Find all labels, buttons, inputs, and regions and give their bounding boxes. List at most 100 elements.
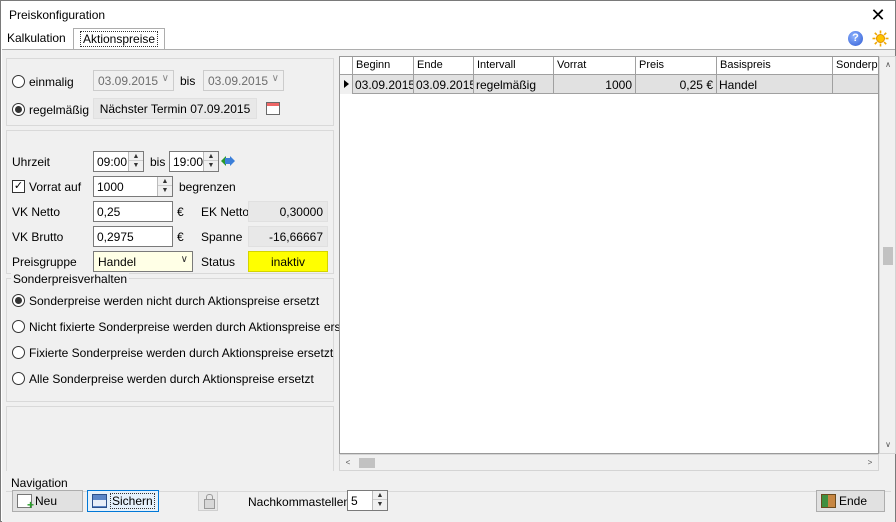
sonderpreis-group: Sonderpreisverhalten Sonderpreise werden… [6, 272, 360, 402]
lock-icon[interactable] [198, 491, 218, 511]
spin-down-icon[interactable]: ▼ [158, 186, 172, 195]
floppy-disk-icon [92, 494, 107, 508]
empty-panel [6, 406, 334, 472]
scroll-thumb[interactable] [359, 458, 375, 468]
nachkomma-input[interactable]: 5 ▲ ▼ [347, 490, 388, 511]
exit-button-label: Ende [839, 494, 868, 508]
close-icon[interactable]: ✕ [867, 4, 889, 26]
einmalig-radio[interactable] [12, 75, 25, 88]
aktionspreise-grid[interactable]: Beginn Ende Intervall Vorrat Preis Basis… [339, 56, 879, 454]
sonderpreis-title: Sonderpreisverhalten [11, 272, 130, 286]
save-button[interactable]: Sichern [87, 490, 159, 512]
vorrat-input[interactable]: 1000 ▲ ▼ [93, 176, 173, 197]
help-icon[interactable]: ? [848, 31, 863, 46]
cell-ende: 03.09.2015 [414, 75, 474, 94]
exit-button[interactable]: Ende [816, 490, 885, 512]
title-bar: Preiskonfiguration ✕ [1, 1, 895, 29]
spin-up-icon[interactable]: ▲ [373, 491, 387, 500]
vorrat-spinner[interactable]: ▲ ▼ [157, 177, 172, 196]
row-selector-icon[interactable] [340, 75, 353, 94]
chevron-down-icon: ∨ [271, 73, 279, 84]
left-panel: einmalig 03.09.2015 ∨ bis 03.09.2015 ∨ reg… [4, 54, 360, 472]
preisgruppe-label: Preisgruppe [12, 255, 77, 269]
column-intervall[interactable]: Intervall [474, 57, 554, 75]
navigation-bar: Navigation Neu Sichern Nachkommastellen … [2, 471, 895, 522]
from-date-value: 03.09.2015 [98, 74, 159, 88]
new-document-icon [17, 494, 34, 512]
regelmaessig-radio[interactable] [12, 103, 25, 116]
vorrat-value: 1000 [97, 180, 124, 194]
preisgruppe-value: Handel [98, 255, 137, 269]
spin-up-icon[interactable]: ▲ [158, 177, 172, 186]
status-badge: inaktiv [248, 251, 328, 272]
swap-arrows-icon[interactable] [221, 155, 235, 167]
spin-down-icon[interactable]: ▼ [129, 161, 143, 170]
column-basispreis[interactable]: Basispreis [717, 57, 833, 75]
scroll-left-icon[interactable]: < [340, 455, 356, 471]
time-from-spinner[interactable]: ▲ ▼ [128, 152, 143, 171]
spin-down-icon[interactable]: ▼ [373, 500, 387, 509]
details-box: Uhrzeit 09:00 ▲ ▼ bis 19:00 ▲ ▼ ✓ Vorrat a… [6, 130, 334, 274]
sonderpreis-option-2: Fixierte Sonderpreise werden durch Aktio… [29, 346, 334, 360]
einmalig-label: einmalig [29, 75, 74, 89]
time-from-input[interactable]: 09:00 ▲ ▼ [93, 151, 144, 172]
column-vorrat[interactable]: Vorrat [554, 57, 636, 75]
tab-aktionspreise-label: Aktionspreise [80, 31, 159, 47]
uhrzeit-label: Uhrzeit [12, 155, 51, 169]
scroll-right-icon[interactable]: > [862, 455, 878, 471]
cell-preis: 0,25 € [636, 75, 717, 94]
new-button[interactable]: Neu [12, 490, 83, 512]
nachkomma-spinner[interactable]: ▲ ▼ [372, 491, 387, 510]
vertical-scrollbar[interactable]: ∧ ∨ [879, 56, 896, 454]
time-to-value: 19:00 [173, 155, 204, 169]
sonderpreis-option-1: Nicht fixierte Sonderpreise werden durch… [29, 320, 360, 334]
navigation-title: Navigation [11, 476, 68, 490]
column-preis[interactable]: Preis [636, 57, 717, 75]
cell-beginn: 03.09.2015 [353, 75, 414, 94]
to-date-field: 03.09.2015 ∨ [203, 70, 284, 91]
cell-basispreis: Handel [717, 75, 833, 94]
scroll-down-icon[interactable]: ∨ [880, 437, 896, 453]
preisgruppe-select[interactable]: Handel ∨ [93, 251, 193, 272]
content-area: einmalig 03.09.2015 ∨ bis 03.09.2015 ∨ reg… [2, 49, 896, 472]
sonderpreis-option-3-radio[interactable] [12, 372, 25, 385]
sun-icon[interactable] [872, 30, 889, 47]
sonderpreis-option-1-radio[interactable] [12, 320, 25, 333]
spin-up-icon[interactable]: ▲ [204, 152, 218, 161]
sonderpreis-option-2-radio[interactable] [12, 346, 25, 359]
horizontal-scrollbar[interactable]: < > [339, 454, 879, 471]
ek-netto-value: 0,30000 [248, 201, 328, 222]
spanne-label: Spanne [201, 230, 243, 244]
table-row[interactable]: 03.09.2015 03.09.2015 regelmäßig 1000 0,… [340, 75, 878, 94]
chevron-down-icon[interactable]: ∨ [181, 254, 188, 265]
column-ende[interactable]: Ende [414, 57, 474, 75]
from-date-field: 03.09.2015 ∨ [93, 70, 174, 91]
column-sonderpreis[interactable]: Sonderp [833, 57, 879, 75]
bis-label: bis [180, 74, 196, 88]
vk-netto-currency: € [177, 205, 184, 219]
scroll-up-icon[interactable]: ∧ [880, 57, 896, 73]
begrenzen-label: begrenzen [179, 180, 236, 194]
vk-netto-label: VK Netto [12, 205, 61, 219]
tab-kalkulation[interactable]: Kalkulation [1, 28, 72, 50]
next-term-display: Nächster Termin 07.09.2015 [93, 98, 257, 119]
vorrat-checkbox[interactable]: ✓ [12, 180, 25, 193]
scroll-thumb[interactable] [883, 247, 893, 265]
vk-brutto-label: VK Brutto [12, 230, 64, 244]
sonderpreis-option-0: Sonderpreise werden nicht durch Aktionsp… [29, 294, 320, 308]
ek-netto-label: EK Netto [201, 205, 250, 219]
vk-netto-input[interactable]: 0,25 [93, 201, 173, 222]
spin-up-icon[interactable]: ▲ [129, 152, 143, 161]
calendar-icon[interactable] [266, 102, 280, 115]
spin-down-icon[interactable]: ▼ [204, 161, 218, 170]
tab-aktionspreise[interactable]: Aktionspreise [73, 28, 166, 50]
time-to-input[interactable]: 19:00 ▲ ▼ [169, 151, 219, 172]
nachkomma-label: Nachkommastellen [248, 495, 351, 509]
column-beginn[interactable]: Beginn [353, 57, 414, 75]
new-button-label: Neu [35, 494, 58, 508]
vorrat-label: Vorrat auf [29, 180, 82, 194]
sonderpreis-option-0-radio[interactable] [12, 294, 25, 307]
schedule-box: einmalig 03.09.2015 ∨ bis 03.09.2015 ∨ reg… [6, 58, 334, 126]
vk-brutto-input[interactable]: 0,2975 [93, 226, 173, 247]
time-to-spinner[interactable]: ▲ ▼ [203, 152, 218, 171]
